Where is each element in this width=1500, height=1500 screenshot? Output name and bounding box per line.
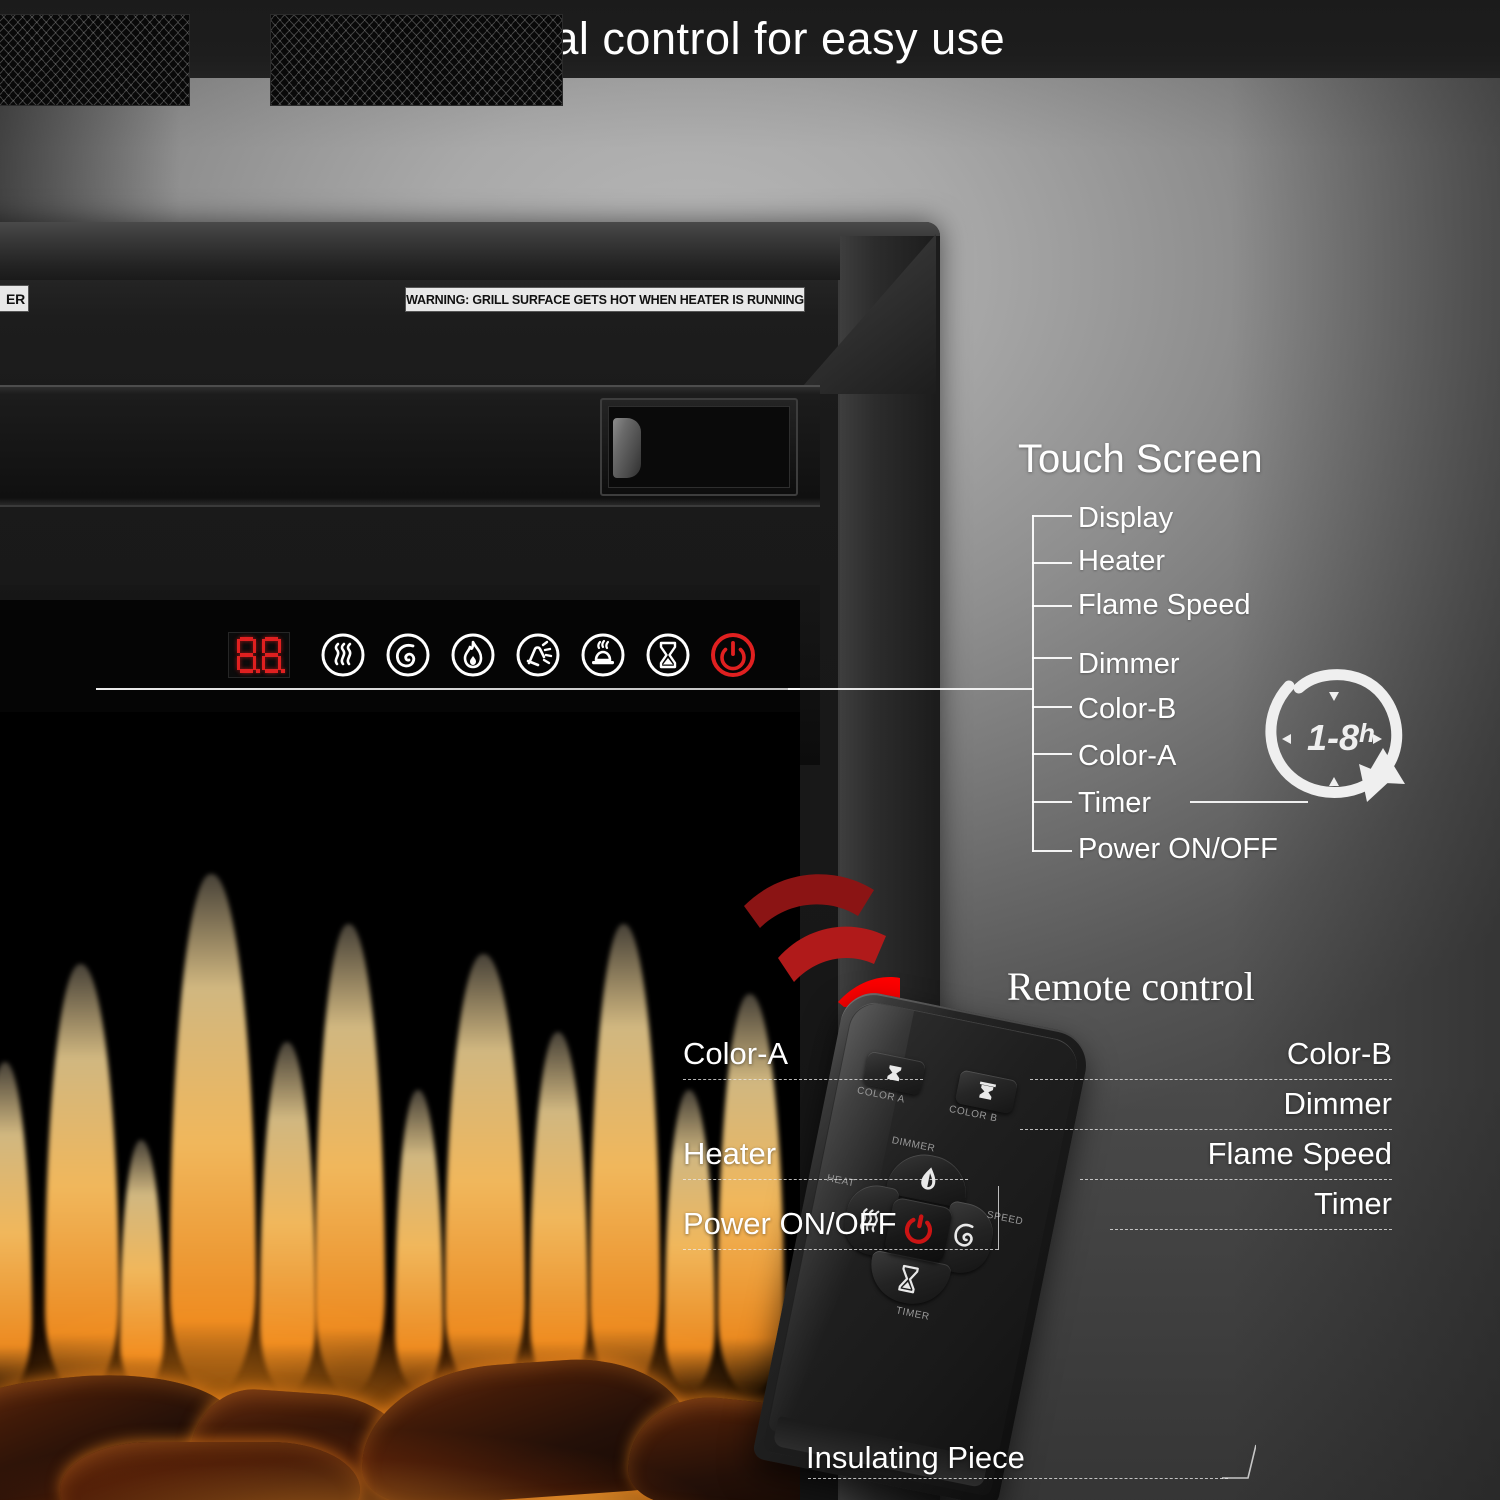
tick-dimmer xyxy=(1032,657,1072,659)
warning-label-partial: ER xyxy=(0,285,29,312)
remote-leader-color-a xyxy=(683,1079,923,1080)
tick-color-b xyxy=(1032,706,1072,708)
flame-icon[interactable] xyxy=(448,630,498,680)
remote-label-flame-speed: Flame Speed xyxy=(1207,1136,1392,1171)
touch-panel-leader-line xyxy=(788,688,1034,690)
power-icon[interactable] xyxy=(708,630,758,680)
remote-label-color-a: Color-A xyxy=(683,1036,789,1071)
remote-leader-color-b xyxy=(1030,1079,1392,1080)
hourglass-icon[interactable] xyxy=(643,630,693,680)
timer-badge-text: 1-8 xyxy=(1307,717,1359,758)
power-switch-lever[interactable] xyxy=(613,418,641,478)
fireplace-top-bevel xyxy=(0,222,940,280)
remote-leader-heater xyxy=(683,1179,968,1180)
title-bar: Dual control for easy use xyxy=(0,0,1500,78)
remote-leader-timer xyxy=(1110,1229,1392,1230)
label-color-a: Color-A xyxy=(1078,740,1177,772)
remote-label-color-b: Color-B xyxy=(1286,1036,1392,1071)
tick-display xyxy=(1032,515,1072,517)
led-display xyxy=(228,632,290,678)
label-timer: Timer xyxy=(1078,787,1152,819)
heat-waves-icon[interactable] xyxy=(318,630,368,680)
led-digit-1 xyxy=(236,637,260,673)
label-heater: Heater xyxy=(1078,545,1166,577)
label-flame-speed: Flame Speed xyxy=(1078,589,1251,621)
remote-leader-power xyxy=(683,1249,998,1250)
page-title: Dual control for easy use xyxy=(494,13,1006,64)
panel-divider xyxy=(96,688,800,690)
remote-leader-power-vertical xyxy=(998,1186,1000,1250)
label-color-b: Color-B xyxy=(1078,693,1177,725)
tick-power xyxy=(1032,850,1072,852)
tick-flame-speed xyxy=(1032,605,1072,607)
rotating-timer-icon: 1-8 h xyxy=(1255,652,1407,812)
remote-leader-dimmer xyxy=(1020,1129,1392,1130)
remote-label-timer: Timer xyxy=(1313,1186,1392,1221)
grill-mesh-left xyxy=(0,14,190,106)
spiral-icon[interactable] xyxy=(383,630,433,680)
firebox-glass xyxy=(0,712,800,1500)
light-beam-icon[interactable] xyxy=(513,630,563,680)
touch-screen-heading: Touch Screen xyxy=(1018,437,1263,481)
log-set xyxy=(0,1282,800,1500)
remote-control-heading: Remote control xyxy=(1007,964,1255,1009)
led-digit-2 xyxy=(261,637,285,673)
touch-icon-row xyxy=(318,630,758,680)
ember-glow-icon[interactable] xyxy=(578,630,628,680)
timer-badge-unit: h xyxy=(1359,718,1375,748)
label-display: Display xyxy=(1078,502,1174,534)
ir-signal-icon xyxy=(740,862,900,1007)
tick-heater xyxy=(1032,562,1072,564)
label-power: Power ON/OFF xyxy=(1078,833,1278,865)
remote-label-heater: Heater xyxy=(683,1136,777,1171)
remote-label-dimmer: Dimmer xyxy=(1283,1086,1393,1121)
tick-color-a xyxy=(1032,753,1072,755)
grill-mesh-center xyxy=(270,14,563,106)
tick-timer xyxy=(1032,801,1072,803)
warning-label: WARNING: GRILL SURFACE GETS HOT WHEN HEA… xyxy=(405,287,805,312)
insulating-piece-label: Insulating Piece xyxy=(806,1440,1025,1475)
label-dimmer: Dimmer xyxy=(1078,648,1180,680)
remote-label-power: Power ON/OFF xyxy=(683,1206,897,1241)
remote-leader-flame-speed xyxy=(1080,1179,1392,1180)
insulating-piece-hook xyxy=(1222,1443,1257,1479)
insulating-piece-leader xyxy=(808,1478,1228,1479)
